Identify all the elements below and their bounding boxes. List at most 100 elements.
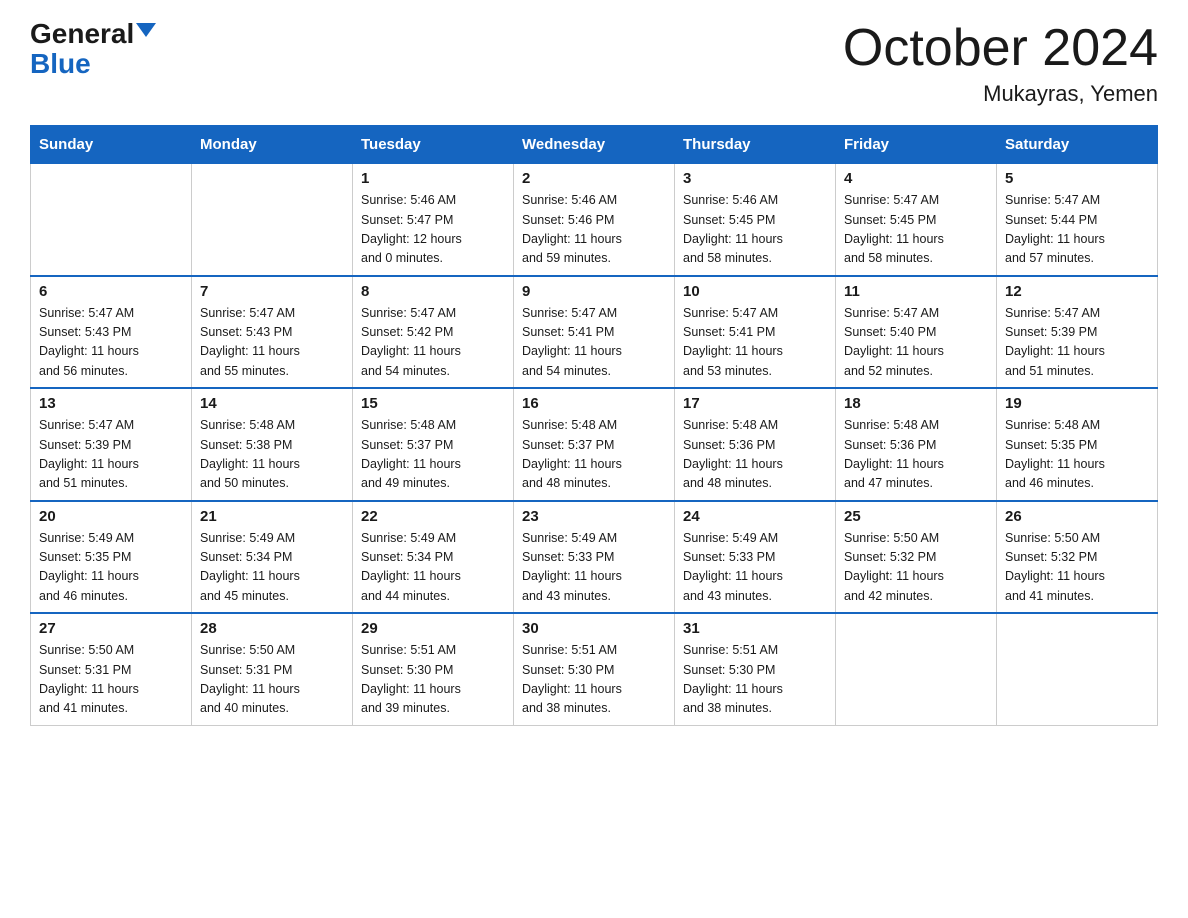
day-info: Sunrise: 5:51 AMSunset: 5:30 PMDaylight:… xyxy=(522,641,666,719)
day-info: Sunrise: 5:47 AMSunset: 5:40 PMDaylight:… xyxy=(844,304,988,382)
week-row-2: 6 Sunrise: 5:47 AMSunset: 5:43 PMDaylight… xyxy=(31,276,1158,389)
day-cell: 8 Sunrise: 5:47 AMSunset: 5:42 PMDaylight… xyxy=(353,276,514,389)
day-info: Sunrise: 5:47 AMSunset: 5:39 PMDaylight:… xyxy=(39,416,183,494)
calendar-table: Sunday Monday Tuesday Wednesday Thursday… xyxy=(30,125,1158,726)
day-cell: 1 Sunrise: 5:46 AMSunset: 5:47 PMDaylight… xyxy=(353,164,514,276)
location-title: Mukayras, Yemen xyxy=(843,81,1158,107)
day-cell xyxy=(836,613,997,725)
day-number: 20 xyxy=(39,508,183,525)
day-number: 10 xyxy=(683,283,827,300)
day-cell: 21 Sunrise: 5:49 AMSunset: 5:34 PMDayligh… xyxy=(192,501,353,614)
day-number: 11 xyxy=(844,283,988,300)
day-info: Sunrise: 5:47 AMSunset: 5:41 PMDaylight:… xyxy=(683,304,827,382)
day-info: Sunrise: 5:48 AMSunset: 5:37 PMDaylight:… xyxy=(522,416,666,494)
day-info: Sunrise: 5:48 AMSunset: 5:35 PMDaylight:… xyxy=(1005,416,1149,494)
day-info: Sunrise: 5:49 AMSunset: 5:35 PMDaylight:… xyxy=(39,529,183,607)
header-tuesday: Tuesday xyxy=(353,126,514,164)
day-number: 14 xyxy=(200,395,344,412)
day-cell: 24 Sunrise: 5:49 AMSunset: 5:33 PMDayligh… xyxy=(675,501,836,614)
header-saturday: Saturday xyxy=(997,126,1158,164)
day-info: Sunrise: 5:47 AMSunset: 5:42 PMDaylight:… xyxy=(361,304,505,382)
day-number: 21 xyxy=(200,508,344,525)
day-cell: 12 Sunrise: 5:47 AMSunset: 5:39 PMDayligh… xyxy=(997,276,1158,389)
day-number: 6 xyxy=(39,283,183,300)
day-header-row: Sunday Monday Tuesday Wednesday Thursday… xyxy=(31,126,1158,164)
day-info: Sunrise: 5:50 AMSunset: 5:32 PMDaylight:… xyxy=(844,529,988,607)
week-row-4: 20 Sunrise: 5:49 AMSunset: 5:35 PMDayligh… xyxy=(31,501,1158,614)
day-number: 7 xyxy=(200,283,344,300)
day-number: 12 xyxy=(1005,283,1149,300)
day-cell: 3Sunrise: 5:46 AMSunset: 5:45 PMDaylight… xyxy=(675,164,836,276)
day-cell: 6 Sunrise: 5:47 AMSunset: 5:43 PMDaylight… xyxy=(31,276,192,389)
day-cell: 26 Sunrise: 5:50 AMSunset: 5:32 PMDayligh… xyxy=(997,501,1158,614)
day-info: Sunrise: 5:50 AMSunset: 5:32 PMDaylight:… xyxy=(1005,529,1149,607)
day-number: 26 xyxy=(1005,508,1149,525)
day-number: 2 xyxy=(522,170,666,187)
day-cell: 28Sunrise: 5:50 AMSunset: 5:31 PMDayligh… xyxy=(192,613,353,725)
day-number: 31 xyxy=(683,620,827,637)
week-row-5: 27 Sunrise: 5:50 AMSunset: 5:31 PMDayligh… xyxy=(31,613,1158,725)
day-number: 8 xyxy=(361,283,505,300)
day-number: 25 xyxy=(844,508,988,525)
day-number: 3 xyxy=(683,170,827,187)
day-info: Sunrise: 5:49 AMSunset: 5:34 PMDaylight:… xyxy=(200,529,344,607)
day-number: 22 xyxy=(361,508,505,525)
month-title: October 2024 xyxy=(843,20,1158,77)
day-cell xyxy=(192,164,353,276)
day-number: 30 xyxy=(522,620,666,637)
day-number: 13 xyxy=(39,395,183,412)
day-cell: 11 Sunrise: 5:47 AMSunset: 5:40 PMDayligh… xyxy=(836,276,997,389)
day-number: 9 xyxy=(522,283,666,300)
day-cell: 13 Sunrise: 5:47 AMSunset: 5:39 PMDayligh… xyxy=(31,388,192,501)
day-info: Sunrise: 5:47 AMSunset: 5:43 PMDaylight:… xyxy=(200,304,344,382)
day-info: Sunrise: 5:48 AMSunset: 5:36 PMDaylight:… xyxy=(844,416,988,494)
day-cell xyxy=(997,613,1158,725)
day-info: Sunrise: 5:48 AMSunset: 5:37 PMDaylight:… xyxy=(361,416,505,494)
day-cell: 7 Sunrise: 5:47 AMSunset: 5:43 PMDaylight… xyxy=(192,276,353,389)
day-info: Sunrise: 5:49 AMSunset: 5:34 PMDaylight:… xyxy=(361,529,505,607)
day-info: Sunrise: 5:47 AMSunset: 5:44 PMDaylight:… xyxy=(1005,191,1149,269)
day-number: 1 xyxy=(361,170,505,187)
day-number: 4 xyxy=(844,170,988,187)
day-number: 29 xyxy=(361,620,505,637)
day-info: Sunrise: 5:47 AMSunset: 5:43 PMDaylight:… xyxy=(39,304,183,382)
header-sunday: Sunday xyxy=(31,126,192,164)
logo-general-text: General xyxy=(30,20,134,48)
day-cell xyxy=(31,164,192,276)
day-info: Sunrise: 5:50 AMSunset: 5:31 PMDaylight:… xyxy=(39,641,183,719)
day-cell: 15Sunrise: 5:48 AMSunset: 5:37 PMDayligh… xyxy=(353,388,514,501)
day-number: 24 xyxy=(683,508,827,525)
day-info: Sunrise: 5:46 AMSunset: 5:47 PMDaylight:… xyxy=(361,191,505,269)
day-info: Sunrise: 5:51 AMSunset: 5:30 PMDaylight:… xyxy=(361,641,505,719)
header: General Blue October 2024 Mukayras, Yeme… xyxy=(30,20,1158,107)
title-area: October 2024 Mukayras, Yemen xyxy=(843,20,1158,107)
day-number: 28 xyxy=(200,620,344,637)
header-thursday: Thursday xyxy=(675,126,836,164)
day-info: Sunrise: 5:47 AMSunset: 5:39 PMDaylight:… xyxy=(1005,304,1149,382)
day-cell: 23Sunrise: 5:49 AMSunset: 5:33 PMDayligh… xyxy=(514,501,675,614)
logo-blue-text: Blue xyxy=(30,48,91,80)
day-cell: 2Sunrise: 5:46 AMSunset: 5:46 PMDaylight… xyxy=(514,164,675,276)
day-info: Sunrise: 5:48 AMSunset: 5:36 PMDaylight:… xyxy=(683,416,827,494)
day-number: 5 xyxy=(1005,170,1149,187)
day-cell: 18 Sunrise: 5:48 AMSunset: 5:36 PMDayligh… xyxy=(836,388,997,501)
day-number: 19 xyxy=(1005,395,1149,412)
day-number: 16 xyxy=(522,395,666,412)
header-friday: Friday xyxy=(836,126,997,164)
day-cell: 5 Sunrise: 5:47 AMSunset: 5:44 PMDaylight… xyxy=(997,164,1158,276)
day-info: Sunrise: 5:47 AMSunset: 5:41 PMDaylight:… xyxy=(522,304,666,382)
day-info: Sunrise: 5:49 AMSunset: 5:33 PMDaylight:… xyxy=(683,529,827,607)
day-info: Sunrise: 5:48 AMSunset: 5:38 PMDaylight:… xyxy=(200,416,344,494)
day-cell: 20 Sunrise: 5:49 AMSunset: 5:35 PMDayligh… xyxy=(31,501,192,614)
day-number: 27 xyxy=(39,620,183,637)
day-cell: 22 Sunrise: 5:49 AMSunset: 5:34 PMDayligh… xyxy=(353,501,514,614)
day-number: 18 xyxy=(844,395,988,412)
logo: General Blue xyxy=(30,20,154,80)
day-cell: 16 Sunrise: 5:48 AMSunset: 5:37 PMDayligh… xyxy=(514,388,675,501)
header-wednesday: Wednesday xyxy=(514,126,675,164)
day-number: 17 xyxy=(683,395,827,412)
week-row-3: 13 Sunrise: 5:47 AMSunset: 5:39 PMDayligh… xyxy=(31,388,1158,501)
day-cell: 9 Sunrise: 5:47 AMSunset: 5:41 PMDaylight… xyxy=(514,276,675,389)
day-info: Sunrise: 5:47 AMSunset: 5:45 PMDaylight:… xyxy=(844,191,988,269)
day-number: 23 xyxy=(522,508,666,525)
